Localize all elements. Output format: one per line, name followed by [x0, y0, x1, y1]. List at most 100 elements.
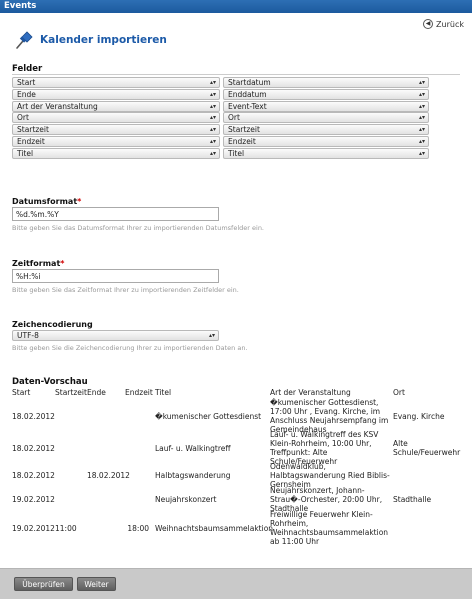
- preview-section-title: Daten-Vorschau: [12, 377, 88, 387]
- field-right-select-value: Titel: [228, 149, 245, 158]
- back-link[interactable]: ◀ Zurück: [423, 19, 464, 29]
- field-right-select[interactable]: Titel ▴▾: [223, 148, 429, 159]
- preview-cell-art-line: Odenwaldklub,: [270, 462, 326, 471]
- field-left-select[interactable]: Titel ▴▾: [12, 148, 220, 159]
- preview-cell-start: 18.02.2012: [12, 412, 55, 421]
- field-left-select-value: Ort: [17, 113, 29, 122]
- select-arrows-icon: ▴▾: [209, 103, 216, 110]
- field-left-select[interactable]: Start ▴▾: [12, 77, 220, 88]
- select-arrows-icon: ▴▾: [209, 114, 216, 121]
- date-format-input[interactable]: [12, 207, 219, 221]
- required-mark: *: [77, 197, 82, 206]
- preview-header-ende: Ende: [87, 388, 106, 397]
- fields-section-title: Felder: [12, 64, 43, 74]
- select-arrows-icon: ▴▾: [209, 79, 216, 86]
- preview-header-titel: Titel: [155, 388, 172, 397]
- check-button[interactable]: Überprüfen: [14, 577, 73, 591]
- preview-cell-ort-line: Alte: [393, 439, 408, 448]
- encoding-select-value: UTF-8: [17, 331, 39, 340]
- window-title-bar: Events: [0, 0, 472, 13]
- preview-cell-titel: Lauf- u. Walkingtreff: [155, 444, 231, 453]
- encoding-select[interactable]: UTF-8 ▴▾: [12, 330, 219, 341]
- date-format-help: Bitte geben Sie das Datumsformat Ihrer z…: [12, 224, 264, 232]
- time-format-help: Bitte geben Sie das Zeitformat Ihrer zu …: [12, 286, 239, 294]
- select-arrows-icon: ▴▾: [209, 150, 216, 157]
- field-right-select-value: Event-Text: [228, 102, 267, 111]
- field-right-select-value: Endzeit: [228, 137, 256, 146]
- select-arrows-icon: ▴▾: [208, 332, 215, 339]
- field-right-select[interactable]: Enddatum ▴▾: [223, 89, 429, 100]
- field-right-select[interactable]: Endzeit ▴▾: [223, 136, 429, 147]
- preview-cell-ende: 18.02.2012: [87, 471, 130, 480]
- preview-cell-ort-line: Stadthalle: [393, 495, 432, 504]
- preview-header-art: Art der Veranstaltung: [270, 388, 351, 397]
- fields-separator: [12, 74, 460, 75]
- select-arrows-icon: ▴▾: [418, 91, 425, 98]
- preview-cell-ort-line: Evang. Kirche: [393, 412, 445, 421]
- field-right-select-value: Startzeit: [228, 125, 260, 134]
- preview-cell-titel: �kumenischer Gottesdienst: [155, 412, 262, 421]
- required-mark: *: [60, 259, 65, 268]
- time-format-input[interactable]: [12, 269, 219, 283]
- field-left-select-value: Art der Veranstaltung: [17, 102, 98, 111]
- preview-cell-start: 18.02.2012: [12, 444, 55, 453]
- date-format-label: Datumsformat*: [12, 197, 82, 206]
- field-left-select[interactable]: Endzeit ▴▾: [12, 136, 220, 147]
- field-left-select[interactable]: Startzeit ▴▾: [12, 124, 220, 135]
- field-left-select[interactable]: Art der Veranstaltung ▴▾: [12, 101, 220, 112]
- next-button[interactable]: Weiter: [77, 577, 116, 591]
- field-right-select[interactable]: Startzeit ▴▾: [223, 124, 429, 135]
- preview-cell-endzeit: 18:00: [127, 524, 149, 533]
- preview-cell-art-line: Freiwillige Feuerwehr Klein-: [270, 510, 373, 519]
- preview-header-endzeit: Endzeit: [125, 388, 153, 397]
- footer-bar: Überprüfen Weiter: [0, 568, 472, 599]
- field-left-select[interactable]: Ende ▴▾: [12, 89, 220, 100]
- preview-header-ort: Ort: [393, 388, 405, 397]
- preview-cell-art-line: Klein-Rohrheim, 10:00 Uhr,: [270, 439, 372, 448]
- preview-cell-art-line: ab 11:00 Uhr: [270, 537, 320, 546]
- preview-cell-start: 19.02.2012: [12, 495, 55, 504]
- preview-cell-titel: Neujahrskonzert: [155, 495, 217, 504]
- preview-cell-ort-line: Schule/Feuerwehr: [393, 448, 461, 457]
- preview-cell-titel: Weihnachtsbaumsammelaktion: [155, 524, 274, 533]
- field-right-select-value: Startdatum: [228, 78, 271, 87]
- select-arrows-icon: ▴▾: [418, 138, 425, 145]
- preview-cell-art-line: Neujahrskonzert, Johann-: [270, 486, 365, 495]
- preview-header-start: Start: [12, 388, 31, 397]
- field-left-select-value: Ende: [17, 90, 36, 99]
- select-arrows-icon: ▴▾: [418, 103, 425, 110]
- preview-cell-art-line: Rohrheim,: [270, 519, 309, 528]
- field-left-select-value: Endzeit: [17, 137, 45, 146]
- field-right-select[interactable]: Startdatum ▴▾: [223, 77, 429, 88]
- field-right-select[interactable]: Ort ▴▾: [223, 112, 429, 123]
- encoding-label: Zeichencodierung: [12, 320, 93, 329]
- preview-cell-art-line: Strau�-Orchester, 20:00 Uhr,: [270, 495, 383, 504]
- back-label: Zurück: [436, 19, 464, 29]
- preview-cell-titel: Halbtagswanderung: [155, 471, 231, 480]
- select-arrows-icon: ▴▾: [418, 114, 425, 121]
- preview-cell-art-line: Anschluss Neujahrsempfang im: [270, 416, 389, 425]
- field-left-select-value: Titel: [17, 149, 34, 158]
- preview-cell-art-line: 17:00 Uhr , Evang. Kirche, im: [270, 407, 381, 416]
- preview-cell-art-line: �kumenischer Gottesdienst,: [270, 398, 379, 407]
- field-right-select-value: Enddatum: [228, 90, 267, 99]
- field-left-select-value: Start: [17, 78, 36, 87]
- page-title: Kalender importieren: [40, 34, 167, 46]
- page-heading: Kalender importieren: [14, 30, 167, 50]
- field-right-select[interactable]: Event-Text ▴▾: [223, 101, 429, 112]
- select-arrows-icon: ▴▾: [418, 126, 425, 133]
- field-left-select[interactable]: Ort ▴▾: [12, 112, 220, 123]
- preview-cell-start: 18.02.2012: [12, 471, 55, 480]
- select-arrows-icon: ▴▾: [418, 150, 425, 157]
- pushpin-icon: [16, 31, 33, 49]
- select-arrows-icon: ▴▾: [209, 91, 216, 98]
- window-title: Events: [4, 1, 37, 11]
- select-arrows-icon: ▴▾: [209, 126, 216, 133]
- preview-header-startzeit: Startzeit: [55, 388, 87, 397]
- preview-cell-art-line: Weihnachtsbaumsammelaktion: [270, 528, 389, 537]
- field-right-select-value: Ort: [228, 113, 240, 122]
- preview-cell-art-line: Lauf- u. Walkingtreff des KSV: [270, 430, 379, 439]
- preview-cell-art-line: Treffpunkt: Alte: [270, 448, 328, 457]
- select-arrows-icon: ▴▾: [209, 138, 216, 145]
- back-arrow-icon: ◀: [423, 19, 434, 29]
